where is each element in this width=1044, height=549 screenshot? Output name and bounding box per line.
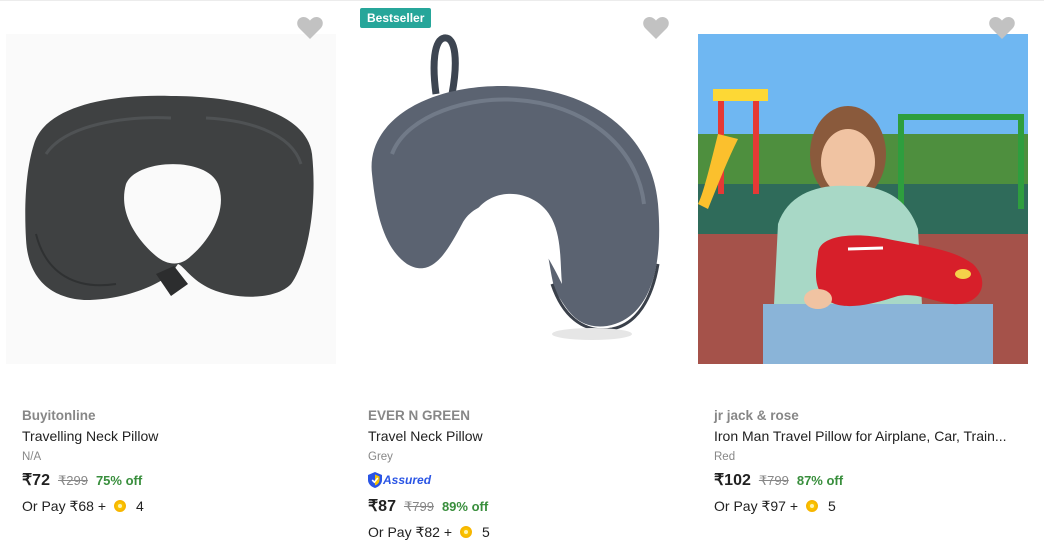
- product-grid: Buyitonline Travelling Neck Pillow N/A ₹…: [0, 0, 1044, 549]
- supercoin-icon: [114, 500, 126, 512]
- product-brand: Buyitonline: [22, 408, 96, 423]
- assured-badge: Assured: [368, 470, 668, 490]
- coin-count: 5: [828, 498, 836, 514]
- product-variant: N/A: [22, 451, 42, 463]
- product-image[interactable]: [6, 34, 336, 364]
- price-row: ₹102 ₹799 87% off: [714, 470, 1014, 492]
- bestseller-badge: Bestseller: [360, 8, 432, 28]
- product-info: Buyitonline Travelling Neck Pillow N/A ₹…: [22, 406, 322, 516]
- product-info: EVER N GREEN Travel Neck Pillow Grey Ass…: [368, 406, 668, 542]
- discount-label: 87% off: [796, 473, 844, 488]
- selling-price: ₹102: [714, 472, 751, 489]
- product-variant: Grey: [368, 451, 393, 463]
- product-image[interactable]: [352, 34, 682, 364]
- product-image[interactable]: [698, 34, 1028, 364]
- original-price: ₹299: [57, 473, 88, 488]
- wishlist-heart-icon[interactable]: [988, 15, 1016, 41]
- supercoin-icon: [806, 500, 818, 512]
- product-brand: jr jack & rose: [714, 408, 799, 423]
- product-info: jr jack & rose Iron Man Travel Pillow fo…: [714, 406, 1014, 516]
- coin-count: 5: [482, 524, 490, 540]
- product-variant: Red: [714, 451, 736, 463]
- supercoin-offer: Or Pay ₹97 + 5: [714, 496, 1014, 516]
- or-pay-text: Or Pay ₹68 +: [22, 498, 106, 514]
- coin-count: 4: [136, 498, 144, 514]
- product-title[interactable]: Iron Man Travel Pillow for Airplane, Car…: [714, 426, 1014, 446]
- product-card[interactable]: Buyitonline Travelling Neck Pillow N/A ₹…: [0, 0, 346, 549]
- original-price: ₹799: [758, 473, 789, 488]
- product-card[interactable]: jr jack & rose Iron Man Travel Pillow fo…: [692, 0, 1038, 549]
- product-card[interactable]: Bestseller EVER N GREEN Travel Neck Pill…: [346, 0, 692, 549]
- or-pay-text: Or Pay ₹97 +: [714, 498, 798, 514]
- assured-text: Assured: [383, 473, 432, 487]
- supercoin-icon: [460, 526, 472, 538]
- supercoin-offer: Or Pay ₹82 + 5: [368, 522, 668, 542]
- product-title[interactable]: Travel Neck Pillow: [368, 426, 668, 446]
- assured-shield-icon: [368, 472, 382, 488]
- discount-label: 75% off: [95, 473, 143, 488]
- supercoin-offer: Or Pay ₹68 + 4: [22, 496, 322, 516]
- wishlist-heart-icon[interactable]: [296, 15, 324, 41]
- price-row: ₹72 ₹299 75% off: [22, 470, 322, 492]
- discount-label: 89% off: [441, 499, 489, 514]
- price-row: ₹87 ₹799 89% off: [368, 496, 668, 518]
- product-title[interactable]: Travelling Neck Pillow: [22, 426, 322, 446]
- or-pay-text: Or Pay ₹82 +: [368, 524, 452, 540]
- selling-price: ₹72: [22, 472, 50, 489]
- original-price: ₹799: [403, 499, 434, 514]
- wishlist-heart-icon[interactable]: [642, 15, 670, 41]
- selling-price: ₹87: [368, 498, 396, 515]
- product-brand: EVER N GREEN: [368, 408, 471, 423]
